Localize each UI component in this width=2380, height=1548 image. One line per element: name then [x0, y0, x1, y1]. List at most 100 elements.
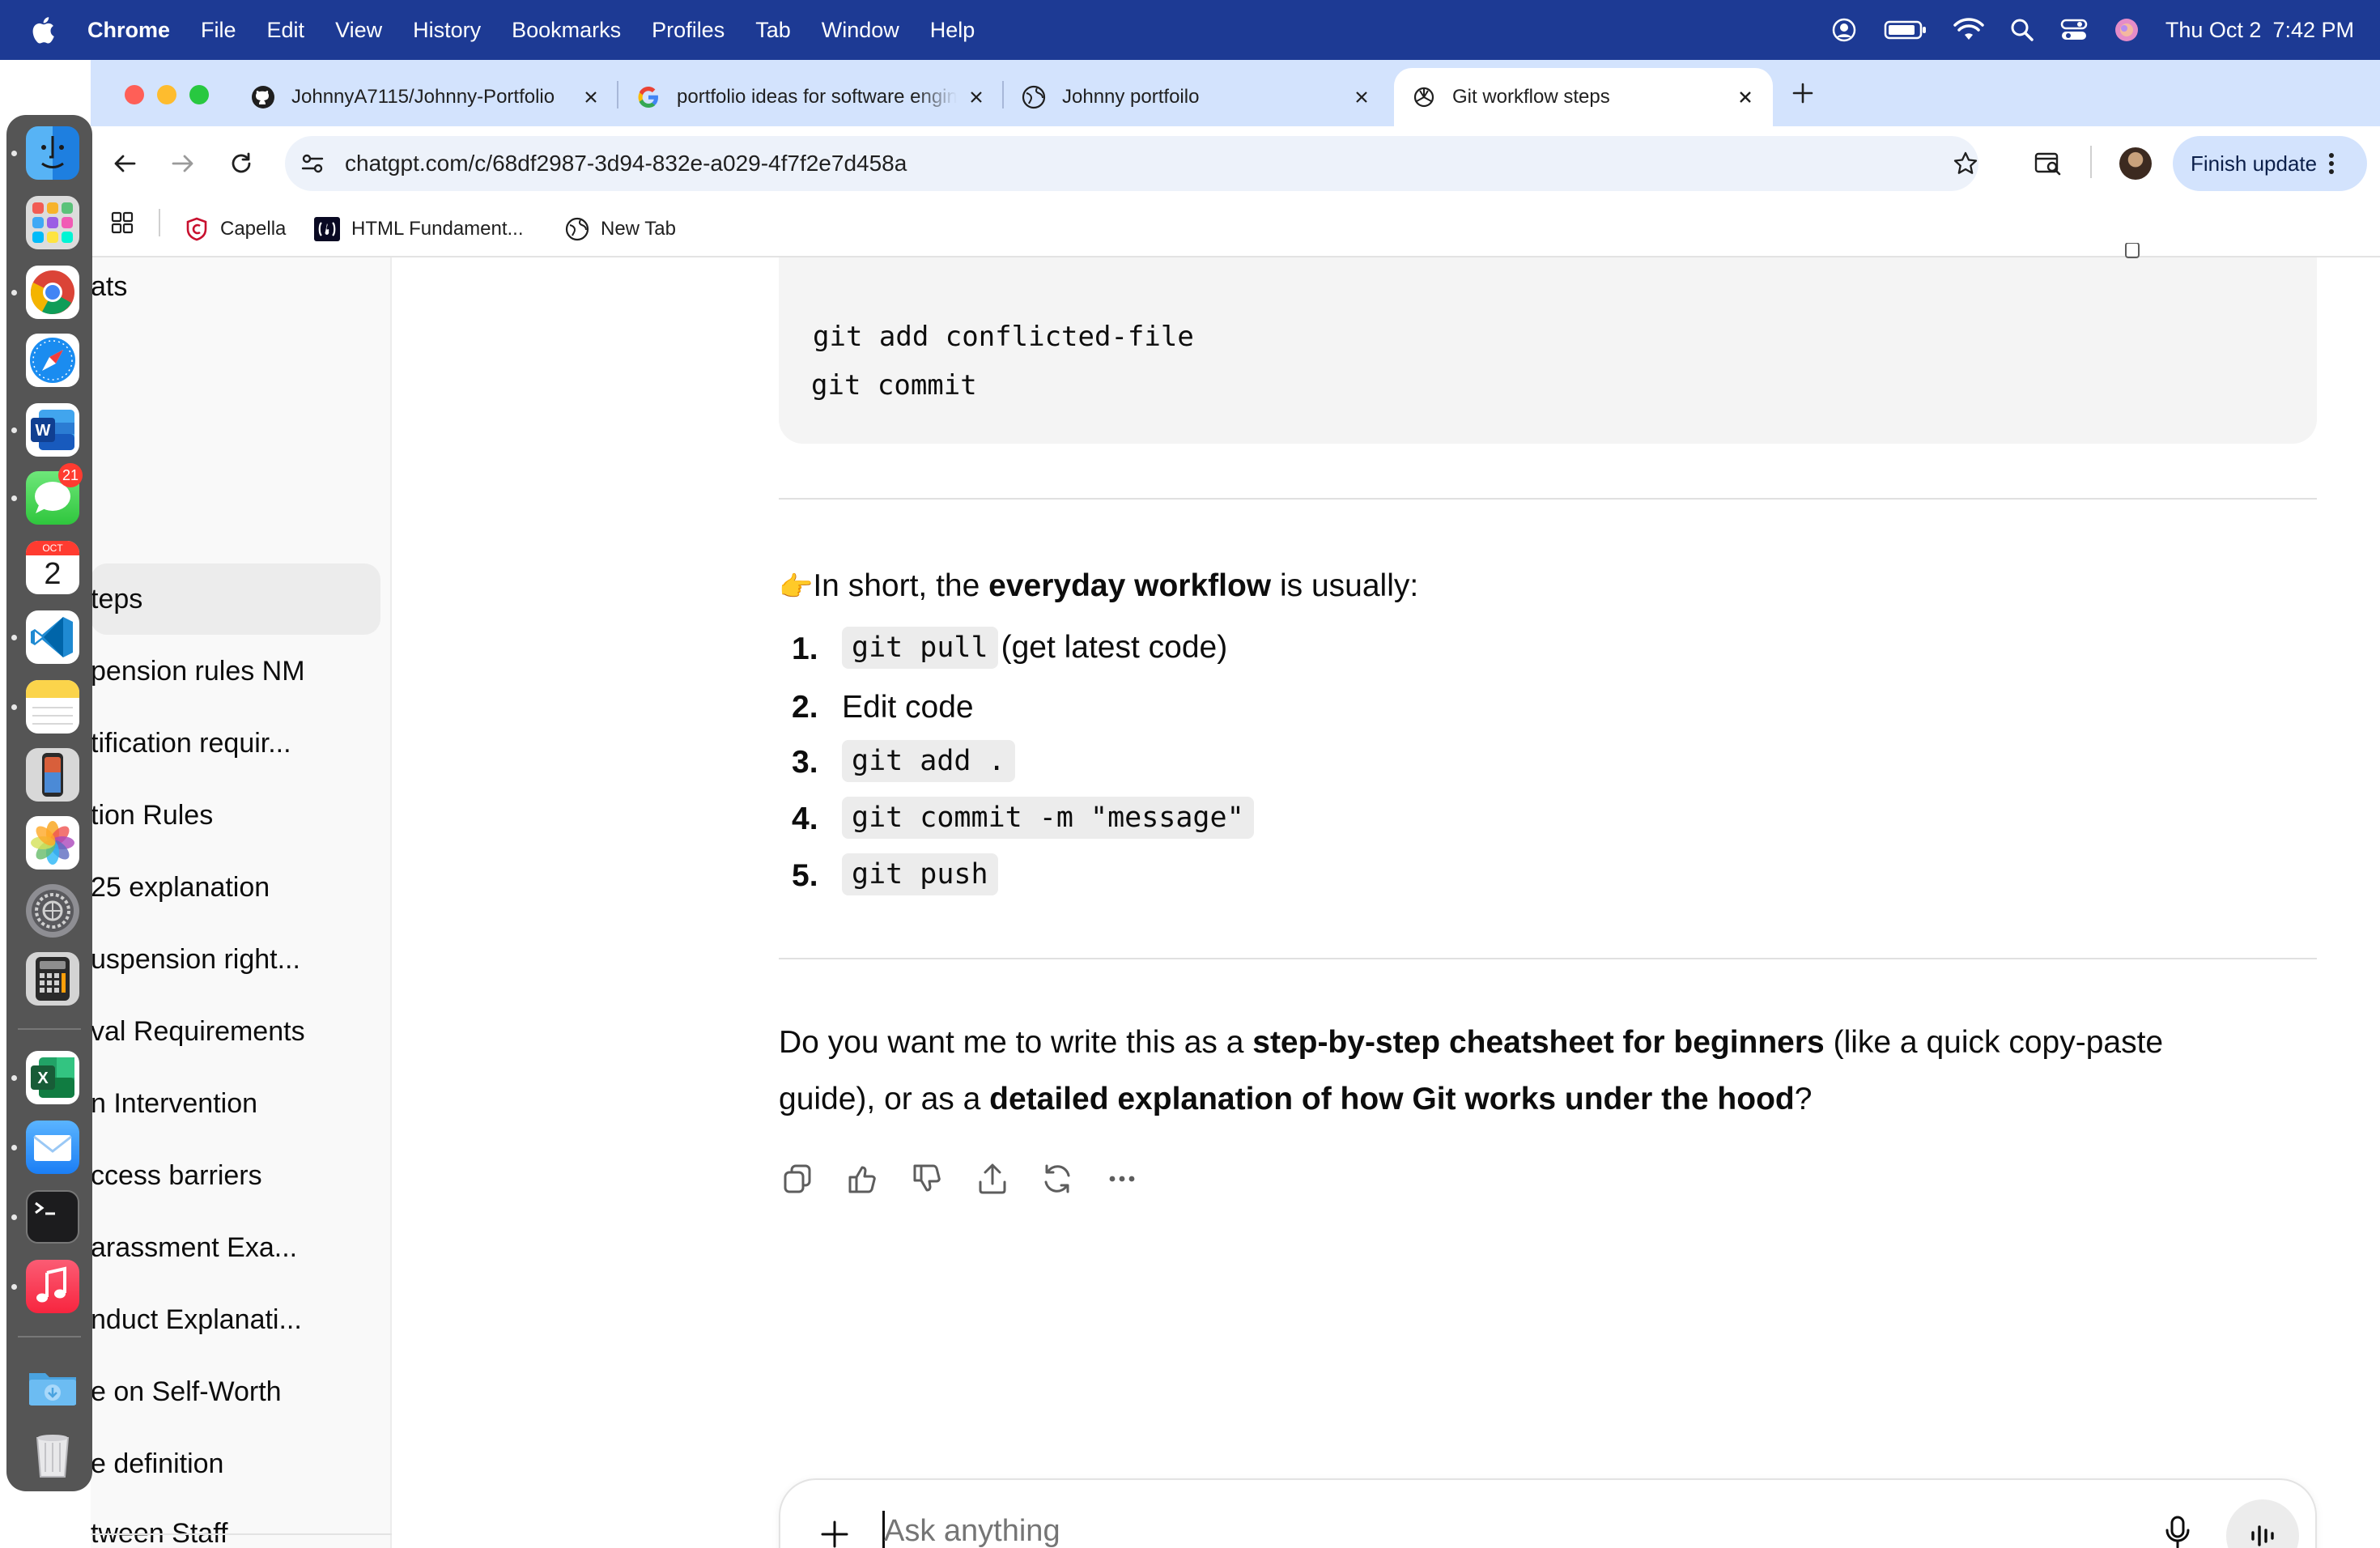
menu-edit[interactable]: Edit [267, 18, 305, 43]
tab-johnny-portfolio[interactable]: Johnny portfoilo [1022, 68, 1371, 126]
sidebar-chat-item[interactable]: arassment Exa... [91, 1212, 379, 1283]
dock-downloads-folder[interactable] [26, 1360, 79, 1414]
close-tab-icon[interactable] [581, 87, 601, 107]
user-account-icon[interactable] [1830, 16, 1858, 44]
close-window-button[interactable] [125, 85, 144, 104]
sidebar-chat-item[interactable]: n Intervention [91, 1068, 379, 1139]
sidebar-item-label: tification requir... [91, 727, 291, 759]
tab-title: JohnnyA7115/Johnny-Portfolio [291, 86, 555, 108]
inline-code: git push [842, 853, 998, 895]
sidebar-chat-item[interactable]: pension rules NM [91, 636, 379, 707]
close-tab-icon[interactable] [967, 87, 986, 107]
dock-safari[interactable] [26, 334, 79, 387]
menu-tab[interactable]: Tab [755, 18, 791, 43]
apps-grid-icon[interactable] [110, 211, 134, 235]
url-text[interactable]: chatgpt.com/c/68df2987-3d94-832e-a029-4f… [345, 151, 907, 176]
dock-excel[interactable]: X [26, 1051, 79, 1104]
menu-profiles[interactable]: Profiles [652, 18, 725, 43]
launchpad-icon [32, 202, 73, 243]
reload-icon[interactable] [228, 151, 254, 176]
dock-launchpad[interactable] [26, 196, 79, 249]
safari-icon [30, 338, 75, 383]
menu-app-name[interactable]: Chrome [87, 18, 170, 43]
menubar-date[interactable]: Thu Oct 2 [2165, 18, 2262, 43]
menu-history[interactable]: History [413, 18, 481, 43]
wifi-icon[interactable] [1953, 18, 1984, 42]
zoom-window-button[interactable] [189, 85, 209, 104]
dock-iphone-mirroring[interactable] [26, 748, 79, 802]
forward-arrow-icon[interactable] [170, 151, 196, 176]
tab-github[interactable]: JohnnyA7115/Johnny-Portfolio [251, 68, 601, 126]
sidebar-chat-item[interactable]: val Requirements [91, 996, 379, 1067]
bookmark-new-tab[interactable]: New Tab [565, 209, 676, 249]
thumbs-up-icon[interactable] [845, 1161, 881, 1197]
sidebar-chat-item[interactable]: nduct Explanati... [91, 1284, 379, 1355]
dock-mail[interactable] [26, 1121, 79, 1174]
sidebar-chat-item-active[interactable]: teps [91, 563, 380, 635]
prompt-input[interactable] [884, 1514, 2098, 1548]
dock-trash[interactable] [26, 1427, 79, 1480]
dock-terminal[interactable] [26, 1190, 79, 1244]
close-tab-icon[interactable] [1352, 87, 1371, 107]
copy-code-icon[interactable] [2123, 243, 2142, 259]
apple-logo-icon[interactable] [31, 16, 55, 44]
spotlight-search-icon[interactable] [2010, 18, 2034, 42]
finish-update-button[interactable]: Finish update [2173, 136, 2367, 191]
site-info-icon[interactable] [300, 151, 325, 176]
sidebar-chat-item[interactable]: uspension right... [91, 924, 379, 995]
question-bold: detailed explanation of how Git works un… [989, 1082, 1795, 1116]
bookmark-label: Capella [220, 218, 287, 240]
dock-finder[interactable] [26, 126, 79, 180]
microphone-icon[interactable] [2161, 1514, 2194, 1548]
tab-search-icon[interactable] [2034, 151, 2063, 176]
menu-window[interactable]: Window [822, 18, 899, 43]
dock-music[interactable] [26, 1260, 79, 1313]
dock-calendar[interactable]: OCT 2 [26, 541, 79, 594]
dock-chrome[interactable] [26, 266, 79, 319]
dock-vscode[interactable] [26, 610, 79, 664]
dock-calculator[interactable] [26, 952, 79, 1006]
sidebar-chat-item[interactable]: tween Staff [91, 1500, 379, 1548]
sidebar-item-label: uspension right... [91, 943, 300, 975]
sidebar-chat-item[interactable]: e on Self-Worth [91, 1356, 379, 1427]
sidebar-chat-item[interactable]: e definition [91, 1428, 379, 1499]
back-arrow-icon[interactable] [112, 151, 138, 176]
new-tab-icon[interactable] [1791, 81, 1815, 105]
thumbs-down-icon[interactable] [910, 1161, 946, 1197]
regenerate-icon[interactable] [1039, 1161, 1075, 1197]
tab-google-search[interactable]: portfolio ideas for software engineer [636, 68, 986, 126]
menu-help[interactable]: Help [930, 18, 975, 43]
notes-icon [26, 680, 79, 725]
dock-word[interactable]: W [26, 403, 79, 457]
menu-view[interactable]: View [335, 18, 382, 43]
dock-notes[interactable] [26, 680, 79, 734]
menubar-time[interactable]: 7:42 PM [2272, 18, 2354, 43]
profile-avatar[interactable] [2119, 147, 2152, 180]
dock-photos[interactable] [26, 816, 79, 870]
minimize-window-button[interactable] [157, 85, 176, 104]
messages-badge: 21 [58, 463, 83, 487]
bookmark-capella[interactable]: Capella [185, 209, 286, 249]
calendar-day: 2 [44, 557, 62, 591]
menu-bookmarks[interactable]: Bookmarks [512, 18, 621, 43]
vscode-icon [31, 617, 73, 657]
dock-system-settings[interactable] [26, 884, 79, 938]
more-icon[interactable] [1104, 1161, 1140, 1197]
battery-icon[interactable] [1884, 19, 1927, 41]
github-icon [252, 86, 274, 108]
siri-icon[interactable] [2114, 17, 2140, 43]
sidebar-chat-item[interactable]: tification requir... [91, 708, 379, 779]
close-tab-icon[interactable] [1736, 87, 1755, 107]
sidebar-chat-item[interactable]: ccess barriers [91, 1140, 379, 1211]
share-icon[interactable] [975, 1161, 1010, 1197]
tab-git-workflow-steps[interactable]: Git workflow steps [1394, 68, 1773, 126]
attach-plus-icon[interactable] [818, 1517, 852, 1548]
bookmark-star-icon[interactable] [1953, 151, 1978, 176]
sidebar-chat-item[interactable]: ats [91, 251, 379, 322]
bookmark-html-fundamentals[interactable]: HTML Fundament... [314, 209, 524, 249]
sidebar-chat-item[interactable]: tion Rules [91, 780, 379, 851]
copy-icon[interactable] [780, 1161, 816, 1197]
control-center-icon[interactable] [2060, 18, 2088, 42]
menu-file[interactable]: File [201, 18, 236, 43]
sidebar-chat-item[interactable]: 25 explanation [91, 852, 379, 923]
